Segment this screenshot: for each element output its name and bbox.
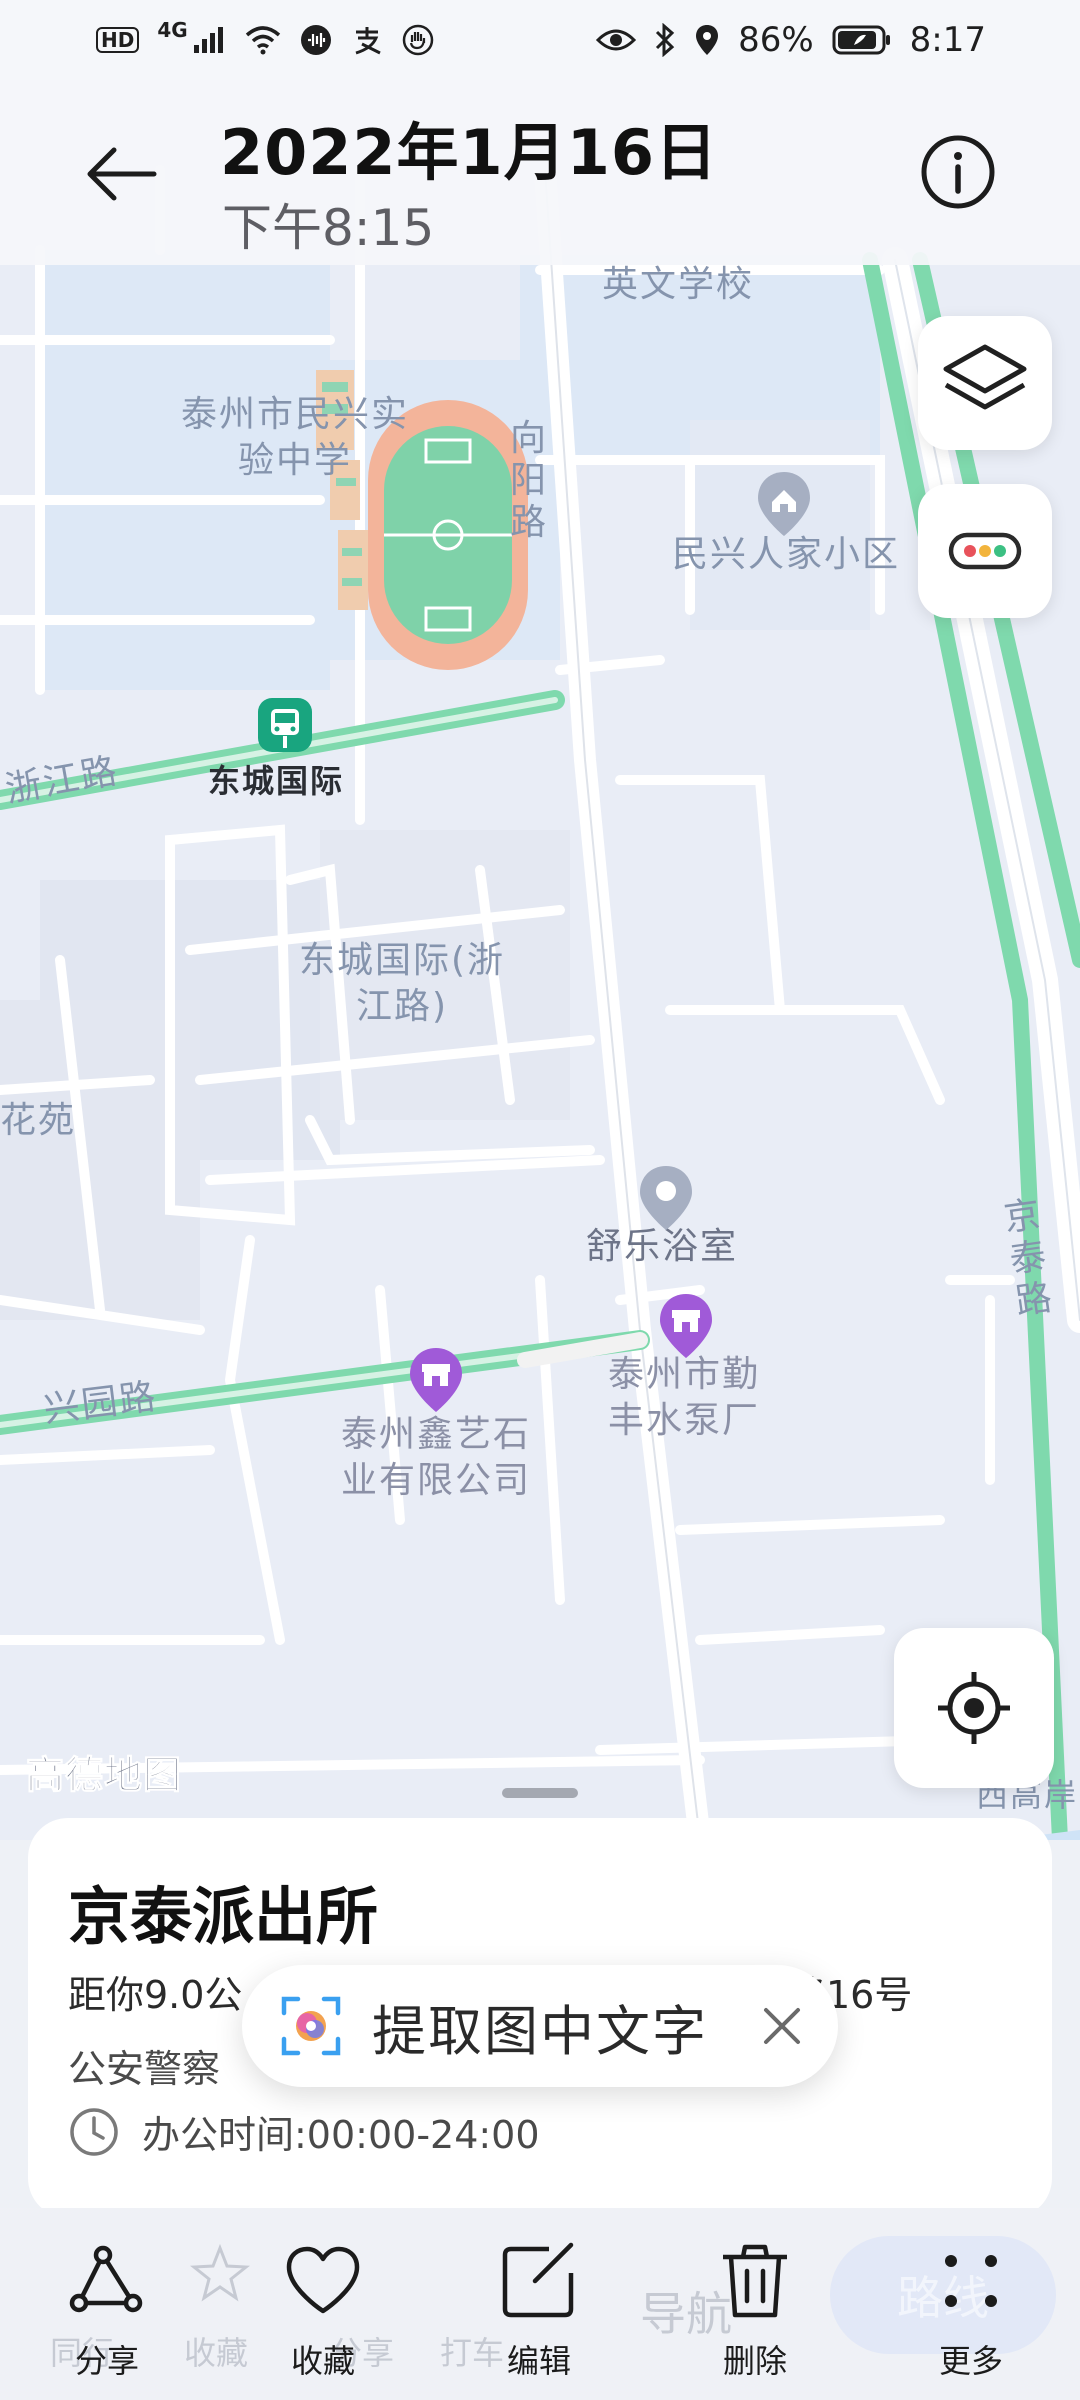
arrow-left-icon [87,147,157,201]
bus-stop-icon[interactable] [256,696,314,754]
battery-icon [832,25,890,55]
eye-icon [596,29,637,51]
delete-label: 删除 [722,2342,787,2380]
edit-icon [502,2242,574,2318]
location-icon [696,25,719,55]
photo-time-subtitle: 下午8:15 [222,199,435,257]
opening-hours: 办公时间:00:00-24:00 [68,2104,540,2159]
ghost-star-icon [190,2244,250,2302]
favorite-label: 收藏 [290,2342,355,2380]
clock: 8:17 [909,20,986,60]
map-base [0,165,1080,1840]
hand-notification-icon [402,24,433,56]
status-bar: HD 4G 86% 8:17 [0,0,1080,80]
more-button[interactable]: 更多 [896,2236,1046,2386]
share-icon [69,2245,143,2313]
bluetooth-icon [656,23,675,57]
clock-icon [70,2107,118,2156]
hours-text: 办公时间:00:00-24:00 [142,2113,540,2157]
map-label-stone-company: 泰州鑫艺石业有限公司 [340,1414,531,1501]
place-category: 公安警察 [68,2047,221,2091]
share-button[interactable]: 分享 [32,2236,182,2386]
delete-button[interactable]: 删除 [680,2236,830,2386]
more-icon [945,2255,997,2307]
extract-text-label: 提取图中文字 [372,1999,708,2063]
traffic-lights-icon [948,532,1022,570]
crosshair-icon [938,1672,1010,1744]
map-label-xiangyang-road: 向阳路 [509,418,546,543]
battery-percent: 86% [738,20,814,60]
layers-button[interactable] [918,316,1052,450]
extract-text-popup[interactable]: 提取图中文字 [242,1965,838,2087]
amap-logo: 高德地图 [25,1753,183,1798]
signal-icon [193,27,223,53]
close-icon[interactable] [760,2004,804,2048]
map-label-garden: 花苑 [0,1100,77,1141]
soundwave-icon [300,25,331,55]
factory-pin-icon[interactable] [656,1292,716,1362]
map-label-dongcheng-zhejiang: 东城国际(浙江路) [298,940,506,1027]
map-label-bus-stop: 东城国际 [208,762,345,800]
info-icon [921,135,995,209]
network-type: 4G [157,18,188,42]
photo-date-title: 2022年1月16日 [220,116,718,189]
bottom-toolbar: 同行 收藏 分享 打车 导航 路线 分享 收藏 编辑 删除 更多 [0,2208,1080,2400]
map-label-school: 泰州市民兴实验中学 [180,394,409,481]
locate-me-button[interactable] [894,1628,1054,1788]
edit-button[interactable]: 编辑 [464,2236,614,2386]
place-name: 京泰派出所 [68,1880,379,1953]
viewer-header: 2022年1月16日 下午8:15 [0,80,1080,265]
hd-badge: HD [96,27,140,53]
ghost-label-favorite: 收藏 [184,2334,249,2372]
drag-handle[interactable] [502,1788,578,1798]
layers-icon [943,344,1027,410]
map-label-english-school: 英文学校 [602,264,755,305]
trash-icon [723,2244,787,2318]
alipay-icon [355,27,381,55]
more-label: 更多 [938,2342,1003,2380]
traffic-button[interactable] [918,484,1052,618]
info-button[interactable] [908,122,1008,222]
map-view[interactable]: 英文学校 泰州市民兴实验中学 向阳路 民兴人家小区 东城国际 浙江路 东城国际(… [0,0,1080,1840]
company-pin-icon[interactable] [406,1346,466,1416]
edit-label: 编辑 [506,2342,571,2380]
scan-text-icon [281,1996,341,2056]
community-pin-icon[interactable] [754,470,814,540]
map-label-pump-factory: 泰州市勤丰水泵厂 [607,1354,760,1441]
back-button[interactable] [72,124,172,224]
place-distance: 距你9.0公 [68,1973,243,2017]
wifi-icon [245,26,280,55]
favorite-button[interactable]: 收藏 [248,2236,398,2386]
heart-icon [286,2246,360,2314]
bathhouse-pin-icon[interactable] [636,1164,696,1234]
share-label: 分享 [74,2342,139,2380]
